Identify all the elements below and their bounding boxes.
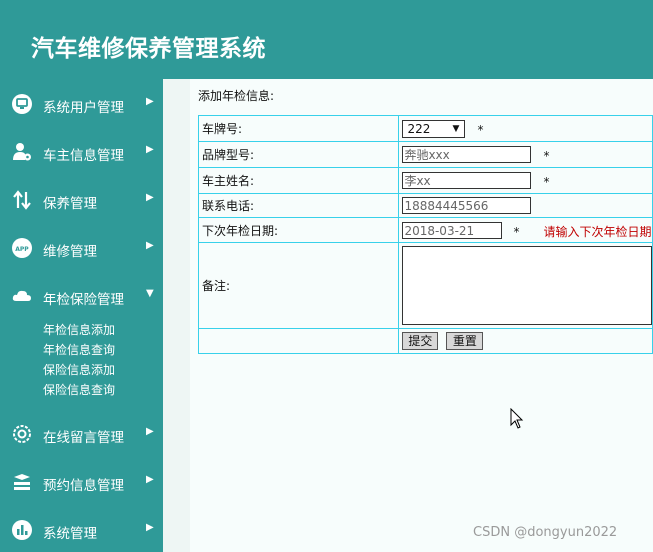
form-row-model: 品牌型号: * xyxy=(197,141,653,168)
required-mark: * xyxy=(513,225,520,239)
owner-label: 车主姓名: xyxy=(197,167,400,194)
required-mark: * xyxy=(543,175,550,189)
form-title: 添加年检信息: xyxy=(198,89,275,103)
sidebar-item-label: 保养管理 xyxy=(43,196,97,212)
inspection-form: 车牌号: 222 ▼ * 品牌型号: * 车主姓名: * 联系电话: 下次年检日… xyxy=(197,115,653,354)
sidebar-item-repair[interactable]: APP 维修管理 ▶ xyxy=(0,231,163,265)
form-row-phone: 联系电话: xyxy=(197,193,653,218)
swap-arrows-icon xyxy=(13,190,31,210)
form-row-plate: 车牌号: 222 ▼ * xyxy=(197,115,653,142)
mouse-cursor-icon xyxy=(510,408,524,429)
phone-label: 联系电话: xyxy=(197,193,400,218)
sidebar-item-label: 系统用户管理 xyxy=(43,100,124,116)
required-mark: * xyxy=(477,123,484,137)
chevron-right-icon: ▶ xyxy=(146,474,154,485)
sidebar-item-label: 维修管理 xyxy=(43,244,97,260)
owner-input[interactable] xyxy=(402,172,532,189)
user-gear-icon xyxy=(13,143,31,161)
monitor-icon xyxy=(12,94,32,114)
chevron-right-icon: ▶ xyxy=(146,144,154,155)
model-label: 品牌型号: xyxy=(197,141,400,168)
plate-select[interactable]: 222 ▼ xyxy=(402,120,466,138)
sidebar-item-label: 在线留言管理 xyxy=(43,430,124,446)
chevron-down-icon: ▼ xyxy=(146,288,154,299)
app-icon: APP xyxy=(12,238,32,258)
form-row-owner: 车主姓名: * xyxy=(197,167,653,194)
sidebar-item-label: 年检保险管理 xyxy=(43,292,124,308)
sidebar-item-label: 系统管理 xyxy=(43,526,97,542)
sidebar-item-inspection-insurance[interactable]: 年检保险管理 ▼ xyxy=(0,279,163,313)
chevron-right-icon: ▶ xyxy=(146,426,154,437)
chevron-right-icon: ▶ xyxy=(146,96,154,107)
subitem-inspection-add[interactable]: 年检信息添加 xyxy=(43,321,115,338)
remark-textarea[interactable] xyxy=(402,246,653,325)
sidebar-item-system-users[interactable]: 系统用户管理 ▶ xyxy=(0,87,163,121)
plate-label: 车牌号: xyxy=(197,115,400,142)
sidebar-item-label: 车主信息管理 xyxy=(43,148,124,164)
submit-button[interactable]: 提交 xyxy=(402,332,439,350)
sidebar-item-owner-info[interactable]: 车主信息管理 ▶ xyxy=(0,135,163,169)
subitem-insurance-query[interactable]: 保险信息查询 xyxy=(43,381,115,398)
settings-icon xyxy=(13,425,31,443)
app-title: 汽车维修保养管理系统 xyxy=(31,36,266,62)
remark-label: 备注: xyxy=(197,242,400,329)
subitem-inspection-query[interactable]: 年检信息查询 xyxy=(43,341,115,358)
next-date-input[interactable] xyxy=(402,222,503,239)
sidebar-item-maintenance[interactable]: 保养管理 ▶ xyxy=(0,183,163,217)
chevron-down-icon: ▼ xyxy=(452,124,460,134)
next-date-label: 下次年检日期: xyxy=(197,217,400,243)
next-date-hint: 请输入下次年检日期 xyxy=(543,225,652,239)
form-row-actions: 提交 重置 xyxy=(197,328,653,354)
chevron-right-icon: ▶ xyxy=(146,192,154,203)
layers-icon xyxy=(14,474,30,490)
app-header: 汽车维修保养管理系统 xyxy=(0,0,653,79)
sidebar-item-appointments[interactable]: 预约信息管理 ▶ xyxy=(0,465,163,499)
model-input[interactable] xyxy=(402,146,532,163)
chevron-right-icon: ▶ xyxy=(146,522,154,533)
sidebar-item-system[interactable]: 系统管理 ▶ xyxy=(0,513,163,547)
form-row-remark: 备注: xyxy=(197,242,653,329)
sidebar: 系统用户管理 ▶ 车主信息管理 ▶ 保养管理 ▶ APP 维修管理 ▶ 年检保险… xyxy=(0,79,163,552)
sidebar-item-label: 预约信息管理 xyxy=(43,478,124,494)
cloud-icon xyxy=(12,290,32,301)
subitem-insurance-add[interactable]: 保险信息添加 xyxy=(43,361,115,378)
bar-chart-icon xyxy=(12,520,32,540)
svg-text:APP: APP xyxy=(15,246,29,253)
required-mark: * xyxy=(543,149,550,163)
watermark: CSDN @dongyun2022 xyxy=(473,525,618,540)
form-row-next-date: 下次年检日期: * 请输入下次年检日期 xyxy=(197,217,653,243)
reset-button[interactable]: 重置 xyxy=(446,332,484,350)
plate-select-value: 222 xyxy=(407,122,431,136)
chevron-right-icon: ▶ xyxy=(146,240,154,251)
phone-input[interactable] xyxy=(402,197,532,214)
sidebar-item-messages[interactable]: 在线留言管理 ▶ xyxy=(0,417,163,451)
sidebar-gutter xyxy=(163,79,191,552)
